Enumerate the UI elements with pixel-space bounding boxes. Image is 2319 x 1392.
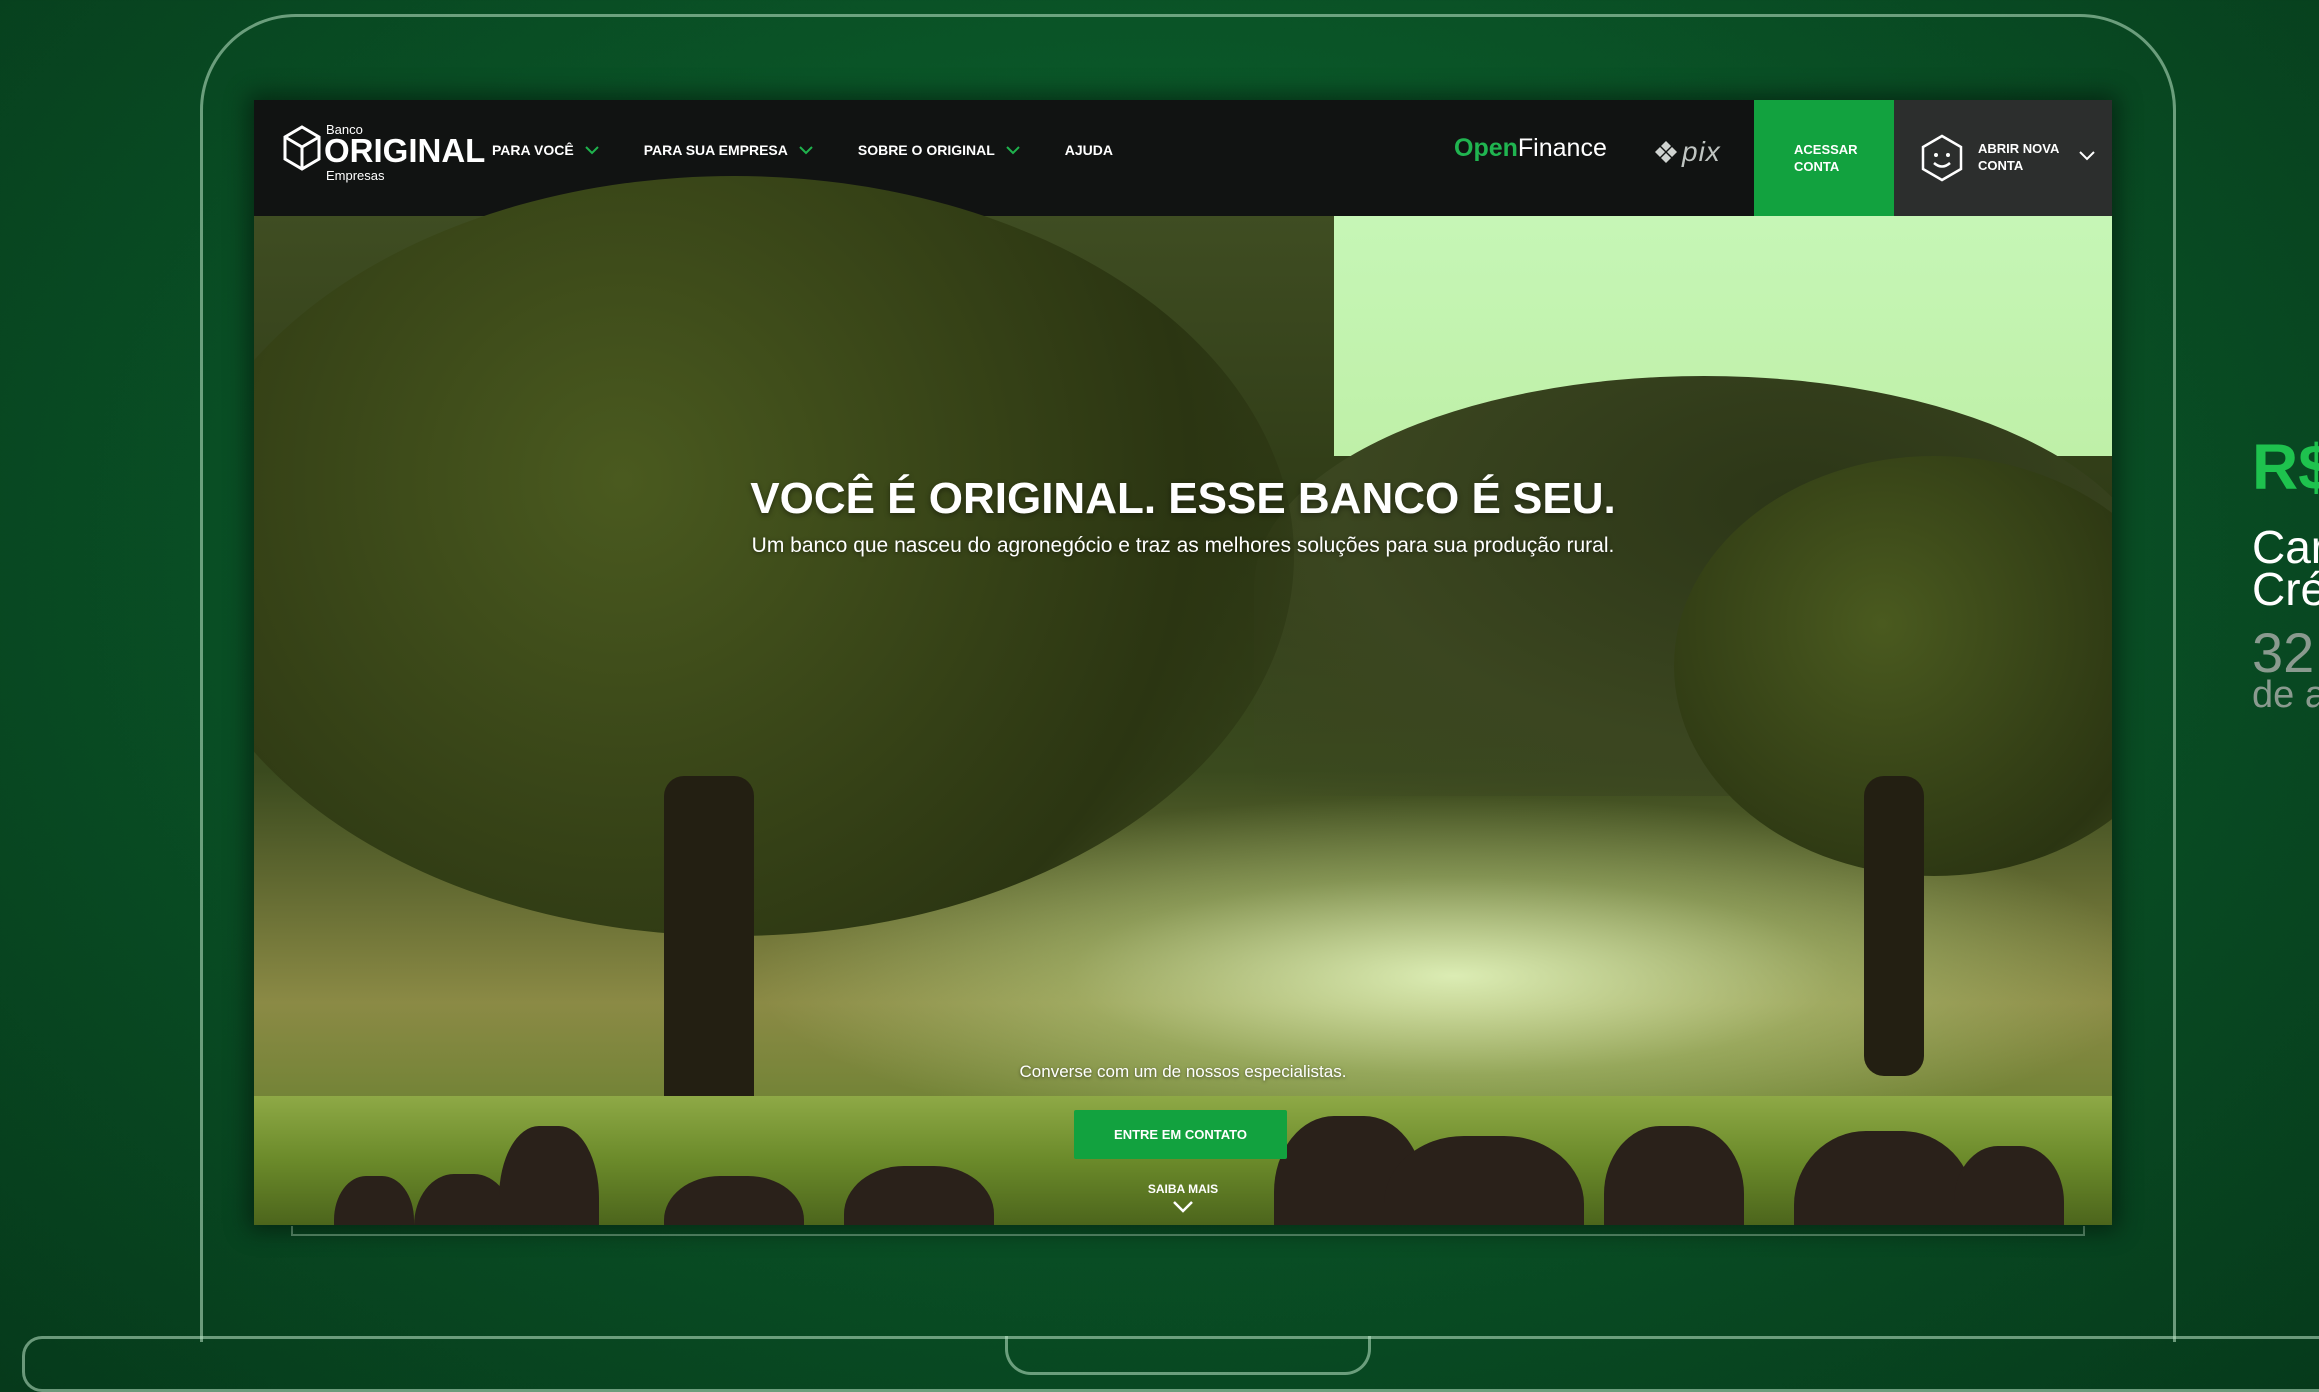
chevron-down-icon[interactable]: [2078, 150, 2096, 162]
top-navigation: Banco ORIGINAL Empresas PARA VOCÊ PARA S…: [254, 100, 2112, 216]
hero-title: VOCÊ É ORIGINAL. ESSE BANCO É SEU.: [750, 474, 1616, 523]
cta-text: Converse com um de nossos especialistas.: [1019, 1062, 1347, 1081]
chevron-down-icon: [584, 146, 599, 155]
menu-item-label: SOBRE O ORIGINAL: [857, 142, 995, 158]
laptop-screen: Banco ORIGINAL Empresas PARA VOCÊ PARA S…: [254, 100, 2112, 1225]
menu-item-para-sua-empresa[interactable]: PARA SUA EMPRESA: [644, 142, 814, 158]
chevron-down-icon: [1006, 146, 1020, 155]
menu-item-label: AJUDA: [1064, 142, 1113, 158]
menu-item-sobre-o-original[interactable]: SOBRE O ORIGINAL: [858, 142, 1021, 158]
pix-label: pix: [1682, 136, 1721, 167]
openfinance-open-text: Open: [1454, 134, 1518, 162]
acessar-conta-label: ACESSAR CONTA: [1794, 142, 1858, 174]
menu-item-label: PARA VOCÊ: [492, 142, 574, 158]
entre-em-contato-label: ENTRE EM CONTATO: [1114, 1127, 1247, 1142]
tree-trunk: [1864, 776, 1924, 1076]
menu-item-para-voce[interactable]: PARA VOCÊ: [492, 142, 600, 158]
banco-original-logo[interactable]: Banco ORIGINAL Empresas: [282, 122, 485, 192]
menu-item-label: PARA SUA EMPRESA: [643, 142, 788, 158]
pix-link[interactable]: pix: [1654, 136, 1721, 168]
peek-line-2: Cré: [2252, 563, 2319, 615]
abrir-nova-conta-label: ABRIR NOVA CONTA: [1978, 141, 2059, 173]
openfinance-finance-text: Finance: [1517, 134, 1607, 162]
openfinance-link[interactable]: OpenFinance: [1454, 134, 1607, 163]
chevron-down-icon: [799, 146, 813, 155]
peek-currency: R$: [2252, 431, 2319, 503]
main-menu: PARA VOCÊ PARA SUA EMPRESA SOBRE O ORIGI…: [492, 142, 1157, 158]
laptop-notch: [1005, 1336, 1371, 1375]
entre-em-contato-button[interactable]: ENTRE EM CONTATO: [1074, 1110, 1287, 1159]
logo-original-text: ORIGINAL: [324, 132, 486, 169]
screen-bezel: [291, 1226, 2085, 1236]
pix-icon: [1655, 141, 1677, 163]
menu-item-ajuda[interactable]: AJUDA: [1065, 142, 1113, 158]
cow-silhouette: [1604, 1126, 1744, 1225]
hero-subtitle: Um banco que nasceu do agronegócio e tra…: [751, 534, 1615, 557]
logo-empresas-text: Empresas: [326, 168, 385, 183]
acessar-conta-button[interactable]: ACESSAR CONTA: [1754, 100, 1894, 216]
smiley-hexagon-icon: [1921, 134, 1963, 182]
cube-logo-icon: [283, 125, 321, 171]
peek-subtext: de a: [2252, 674, 2319, 716]
saiba-mais-link[interactable]: SAIBA MAIS: [254, 1182, 2112, 1196]
cow-silhouette: [499, 1126, 599, 1225]
chevron-down-icon[interactable]: [1172, 1200, 1194, 1214]
abrir-nova-conta-button[interactable]: ABRIR NOVA CONTA: [1894, 100, 2112, 216]
